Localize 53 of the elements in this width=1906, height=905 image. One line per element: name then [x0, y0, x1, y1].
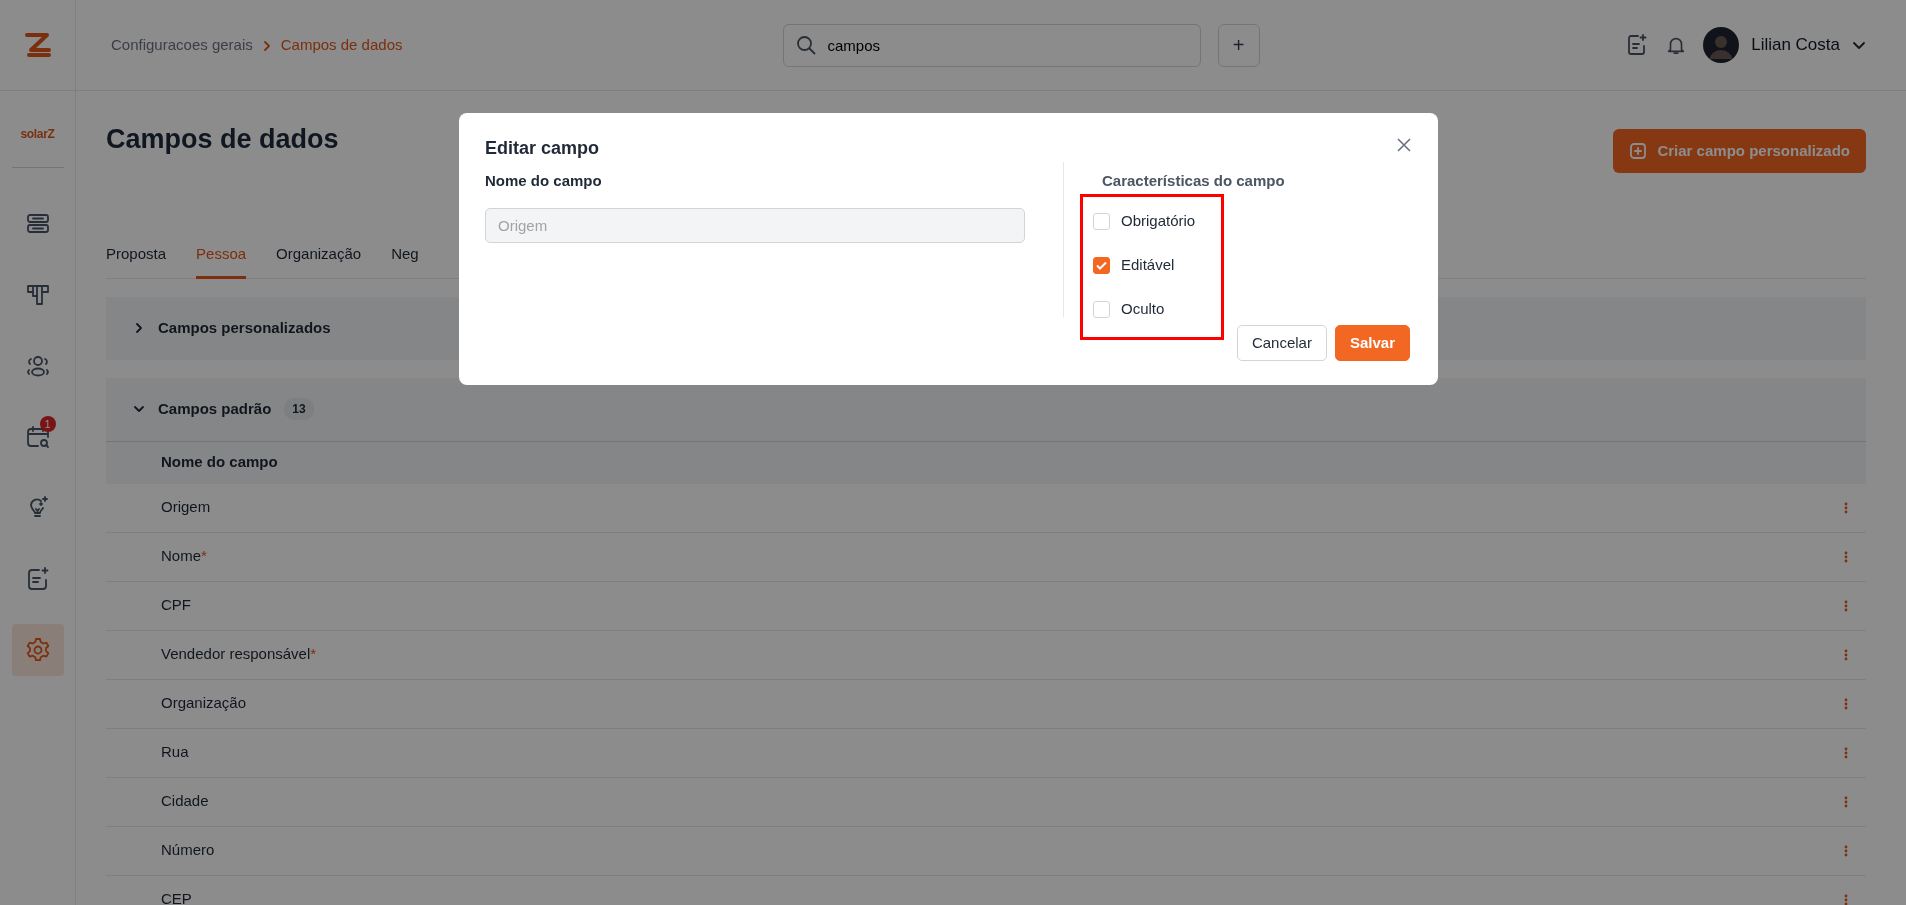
notification-badge: 1	[39, 416, 56, 432]
more-options-icon[interactable]	[1844, 697, 1848, 710]
avatar	[1703, 27, 1740, 63]
more-options-icon[interactable]	[1844, 746, 1848, 759]
table-cell-text: Rua	[161, 742, 189, 763]
page-title: Campos de dados	[106, 123, 339, 156]
more-options-icon[interactable]	[1844, 599, 1848, 612]
sidebar-item[interactable]: 1	[11, 411, 64, 463]
plus-square-icon	[1629, 142, 1648, 160]
search-field[interactable]: campos	[782, 23, 1201, 67]
checkbox-label: Obrigatório	[1121, 210, 1196, 231]
section-title[interactable]: Campos personalizados	[158, 316, 331, 340]
field-label: Nome do campo	[485, 170, 603, 191]
table-cell-text: Número	[161, 840, 215, 861]
more-options-icon[interactable]	[1844, 844, 1848, 857]
more-options-icon[interactable]	[1844, 648, 1848, 661]
tab[interactable]: Organização	[276, 235, 362, 279]
more-options-icon[interactable]	[1844, 550, 1848, 563]
dialog-title: Editar campo	[485, 138, 600, 160]
table-cell-text: Cidade	[161, 791, 209, 812]
table-cell-text: Origem	[161, 497, 211, 518]
table-cell-text: CPF	[161, 595, 191, 616]
checkbox-label: Editável	[1121, 254, 1175, 275]
logo-icon	[22, 30, 53, 60]
check-icon	[1096, 260, 1107, 270]
tab[interactable]: Neg	[391, 235, 419, 279]
table-cell-text: CEP	[161, 889, 192, 905]
brand-name: solarZ	[20, 126, 55, 143]
column-header: Nome do campo	[161, 452, 278, 473]
search-icon	[795, 34, 816, 55]
section-title: Características do campo	[1102, 170, 1286, 191]
breadcrumb-link[interactable]: Campos de dados	[280, 33, 403, 57]
save-button[interactable]: Salvar	[1334, 325, 1410, 361]
checkbox[interactable]	[1093, 256, 1110, 274]
user-name[interactable]: Lilian Costa	[1751, 32, 1840, 58]
tab[interactable]: Pessoa	[196, 235, 247, 279]
table-cell-text: Vendedor responsável*	[161, 644, 317, 665]
section-title[interactable]: Campos padrão	[158, 397, 272, 421]
close-icon	[1396, 137, 1412, 153]
more-options-icon[interactable]	[1844, 501, 1848, 514]
table-cell-text: Organização	[161, 693, 247, 714]
checkbox-label: Oculto	[1121, 298, 1165, 319]
chevron-down-icon	[1852, 40, 1866, 50]
sidebar-item[interactable]	[11, 624, 64, 676]
cancel-button[interactable]: Cancelar	[1236, 325, 1327, 361]
more-options-icon[interactable]	[1844, 795, 1848, 808]
more-options-icon[interactable]	[1844, 893, 1848, 905]
table-cell-text: Nome*	[161, 546, 207, 567]
count-badge: 13	[284, 398, 314, 420]
add-button[interactable]: +	[1217, 23, 1260, 67]
tab[interactable]: Proposta	[106, 235, 167, 279]
breadcrumb-link[interactable]: Configuracoes gerais	[111, 33, 253, 57]
chevron-right-icon	[262, 39, 271, 52]
